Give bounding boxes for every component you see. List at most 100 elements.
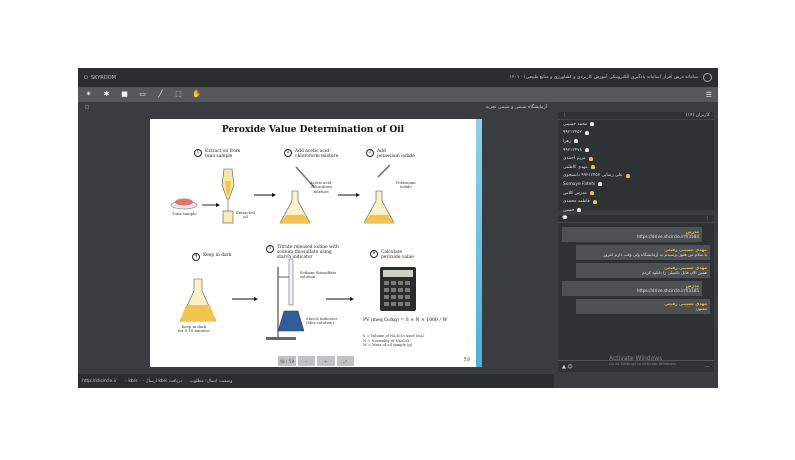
user-icon xyxy=(598,182,603,187)
arrow-1-head xyxy=(216,203,220,207)
screen-icon[interactable]: ▭ xyxy=(138,90,147,99)
chat-text: https://drive.shcircle.ir/f/3184 xyxy=(636,234,699,240)
status-stats: ۰ kb/s ارسال · ۰ kb/s دریافت xyxy=(124,378,182,384)
chat-send-icon[interactable]: ▲ ☺ xyxy=(562,364,573,370)
power-icon[interactable]: ⏻ xyxy=(84,75,88,81)
title-bar: ⏻ SKYROOM سامانه درس افزار (سامانه یادگی… xyxy=(78,68,718,87)
share-icon[interactable]: ✶ xyxy=(84,90,93,99)
step-3-text: Add potassium iodide xyxy=(377,149,415,160)
chat-text: ممنون xyxy=(695,306,707,312)
user-name: Somaye Fatehi xyxy=(563,181,596,187)
user-name: مهدی کاظمی xyxy=(563,164,588,170)
burette-base xyxy=(266,337,296,340)
step-5-number: 5 xyxy=(266,245,274,253)
status-url[interactable]: http://shcircle.ir xyxy=(82,379,117,384)
fullscreen-button[interactable]: ⤢ xyxy=(336,356,354,366)
legend-line: W = Mass of oil sample (g) xyxy=(363,343,413,348)
windows-activation-watermark: Activate Windows Go to Settings to activ… xyxy=(609,355,677,367)
chat-message: مهدی حسینی رفیعی همین الان فایل تکمیلی را… xyxy=(576,262,710,278)
users-menu-icon[interactable]: ⋮ xyxy=(562,113,567,118)
step-3: 3 Add potassium iodide xyxy=(366,149,415,159)
step-1: 1 Extract oil from tuna sample xyxy=(194,149,240,159)
chat-text: همین الان فایل تکمیلی را دانلود کردم xyxy=(642,270,707,276)
user-row[interactable]: محمد حسینی xyxy=(558,120,714,129)
user-row[interactable]: فاطمه محمدی xyxy=(558,197,714,206)
hand-icon[interactable]: ✋ xyxy=(192,90,201,99)
app-window: ⏻ SKYROOM سامانه درس افزار (سامانه یادگی… xyxy=(78,68,718,388)
chat-message: مهدی حسینی رفیعی با سلام من هنوز نرسیدم ب… xyxy=(576,244,710,260)
user-row[interactable]: مهدی کاظمی xyxy=(558,163,714,172)
label-starch: Starch indicator (blue solution) xyxy=(306,316,338,326)
label-thiosulfate: Sodium thiosulfate solution xyxy=(300,270,337,280)
step-6-number: 6 xyxy=(370,250,378,258)
user-row[interactable]: علی رضایی ۹۹۳۱۲۴۵۷ دانشجوی xyxy=(558,172,714,181)
legend-line: S = Volume of Na₂S₂O₃ used (mL) xyxy=(363,334,425,338)
user-row[interactable]: حسین xyxy=(558,206,714,215)
dropper-3 xyxy=(377,164,391,178)
user-icon xyxy=(584,130,589,135)
menu-icon[interactable]: ☰ xyxy=(706,91,712,99)
slide-accent-bar xyxy=(476,119,482,367)
step-1-text: Extract oil from tuna sample xyxy=(205,149,241,160)
step-2-text: Add acetic acid- chloroform mixture xyxy=(295,149,339,160)
user-gold-icon xyxy=(590,165,595,170)
chat-panel: 💬 ⋮ مدرس https://drive.shcircle.ir/f/3184… xyxy=(558,215,714,372)
user-name: محمد حسینی xyxy=(563,121,588,127)
label-potassium-iodide: Potassium iodide xyxy=(396,180,416,190)
user-gold-icon xyxy=(588,156,593,161)
user-icon xyxy=(590,122,595,127)
user-icon xyxy=(577,208,582,213)
user-name: علی رضایی ۹۹۳۱۲۴۵۷ دانشجوی xyxy=(563,173,623,179)
label-acetic-mixture: Acetic acid- chloroform mixture xyxy=(310,180,333,194)
user-row[interactable]: مدرس کلاس xyxy=(558,189,714,198)
users-panel: ⋮ کاربران (۱۴) محمد حسینی ۹۹۳۱۲۴۵۲ زهرا ۹۹۳… xyxy=(558,112,714,213)
arrow-2-head xyxy=(272,193,276,197)
zoom-out-button[interactable]: – xyxy=(297,356,315,366)
file-icon[interactable]: ⬚ xyxy=(174,90,183,99)
burette xyxy=(288,258,294,306)
user-list: محمد حسینی ۹۹۳۱۲۴۵۲ زهرا ۹۹۳۱۲۴۷۸ مریم احمدی… xyxy=(558,120,714,215)
users-panel-header: ⋮ کاربران (۱۴) xyxy=(558,112,714,120)
watermark-subtitle: Go to Settings to activate Windows. xyxy=(609,361,678,367)
step-1-number: 1 xyxy=(194,149,202,157)
slide-controls: 48 / 59 – + ⤢ xyxy=(278,356,354,366)
step-6: 6 Calculate peroxide value xyxy=(370,250,414,260)
chat-messages[interactable]: مدرس https://drive.shcircle.ir/f/3184 مهدی… xyxy=(558,224,714,358)
mic-icon[interactable]: ✱ xyxy=(102,90,111,99)
step-2: 2 Add acetic acid- chloroform mixture xyxy=(284,149,338,159)
chat-icon: 💬 xyxy=(562,216,568,221)
tuna-sample xyxy=(175,198,193,206)
stage-header: ▢ آزمایشگاه شیمی و شیمی تجزیه xyxy=(81,103,551,112)
pen-icon[interactable]: ╱ xyxy=(156,90,165,99)
users-title: کاربران (۱۴) xyxy=(685,113,710,118)
chat-text: با سلام من هنوز نرسیدم به آزمایشگاه ولی … xyxy=(603,252,707,258)
flask-4-liquid xyxy=(180,305,216,321)
brand-name: SKYROOM xyxy=(90,74,116,81)
presentation-slide[interactable]: Peroxide Value Determination of Oil 1 Ex… xyxy=(150,119,482,367)
chat-menu-icon[interactable]: ⋮ xyxy=(705,216,710,221)
user-row[interactable]: زهرا xyxy=(558,137,714,146)
step-3-number: 3 xyxy=(366,149,374,157)
step-2-number: 2 xyxy=(284,149,292,157)
user-row[interactable]: ۹۹۳۱۲۴۷۸ xyxy=(558,146,714,155)
camera-icon[interactable]: ■ xyxy=(120,90,129,99)
chat-message: مهدی حسینی رفیعی ممنون xyxy=(576,298,710,314)
user-icon xyxy=(574,139,579,144)
user-row[interactable]: ۹۹۳۱۲۴۵۲ xyxy=(558,129,714,138)
stage-panel-icon[interactable]: ▢ xyxy=(85,105,89,110)
toolbar: ✶ ✱ ■ ▭ ╱ ⬚ ✋ ☰ xyxy=(78,87,718,102)
user-row[interactable]: مریم احمدی xyxy=(558,154,714,163)
arrow-5-head xyxy=(350,297,354,301)
step-6-text: Calculate peroxide value xyxy=(381,250,414,261)
step-5-text: Titrate released iodine with sodium thio… xyxy=(277,245,339,261)
chat-more-icon[interactable]: ⋯ xyxy=(705,364,710,370)
arrow-3-head xyxy=(356,193,360,197)
page-indicator[interactable]: 48 / 59 xyxy=(278,356,296,366)
label-tuna: Tuna sample xyxy=(172,211,197,216)
status-bar: http://shcircle.ir ۰ kb/s ارسال · ۰ kb/s… xyxy=(78,374,554,388)
user-row[interactable]: Somaye Fatehi xyxy=(558,180,714,189)
label-extracted-oil: Extracted oil xyxy=(236,210,255,220)
chat-text: https://drive.shcircle.ir/f/3185 xyxy=(636,288,699,294)
user-icon xyxy=(584,148,589,153)
zoom-in-button[interactable]: + xyxy=(317,356,335,366)
